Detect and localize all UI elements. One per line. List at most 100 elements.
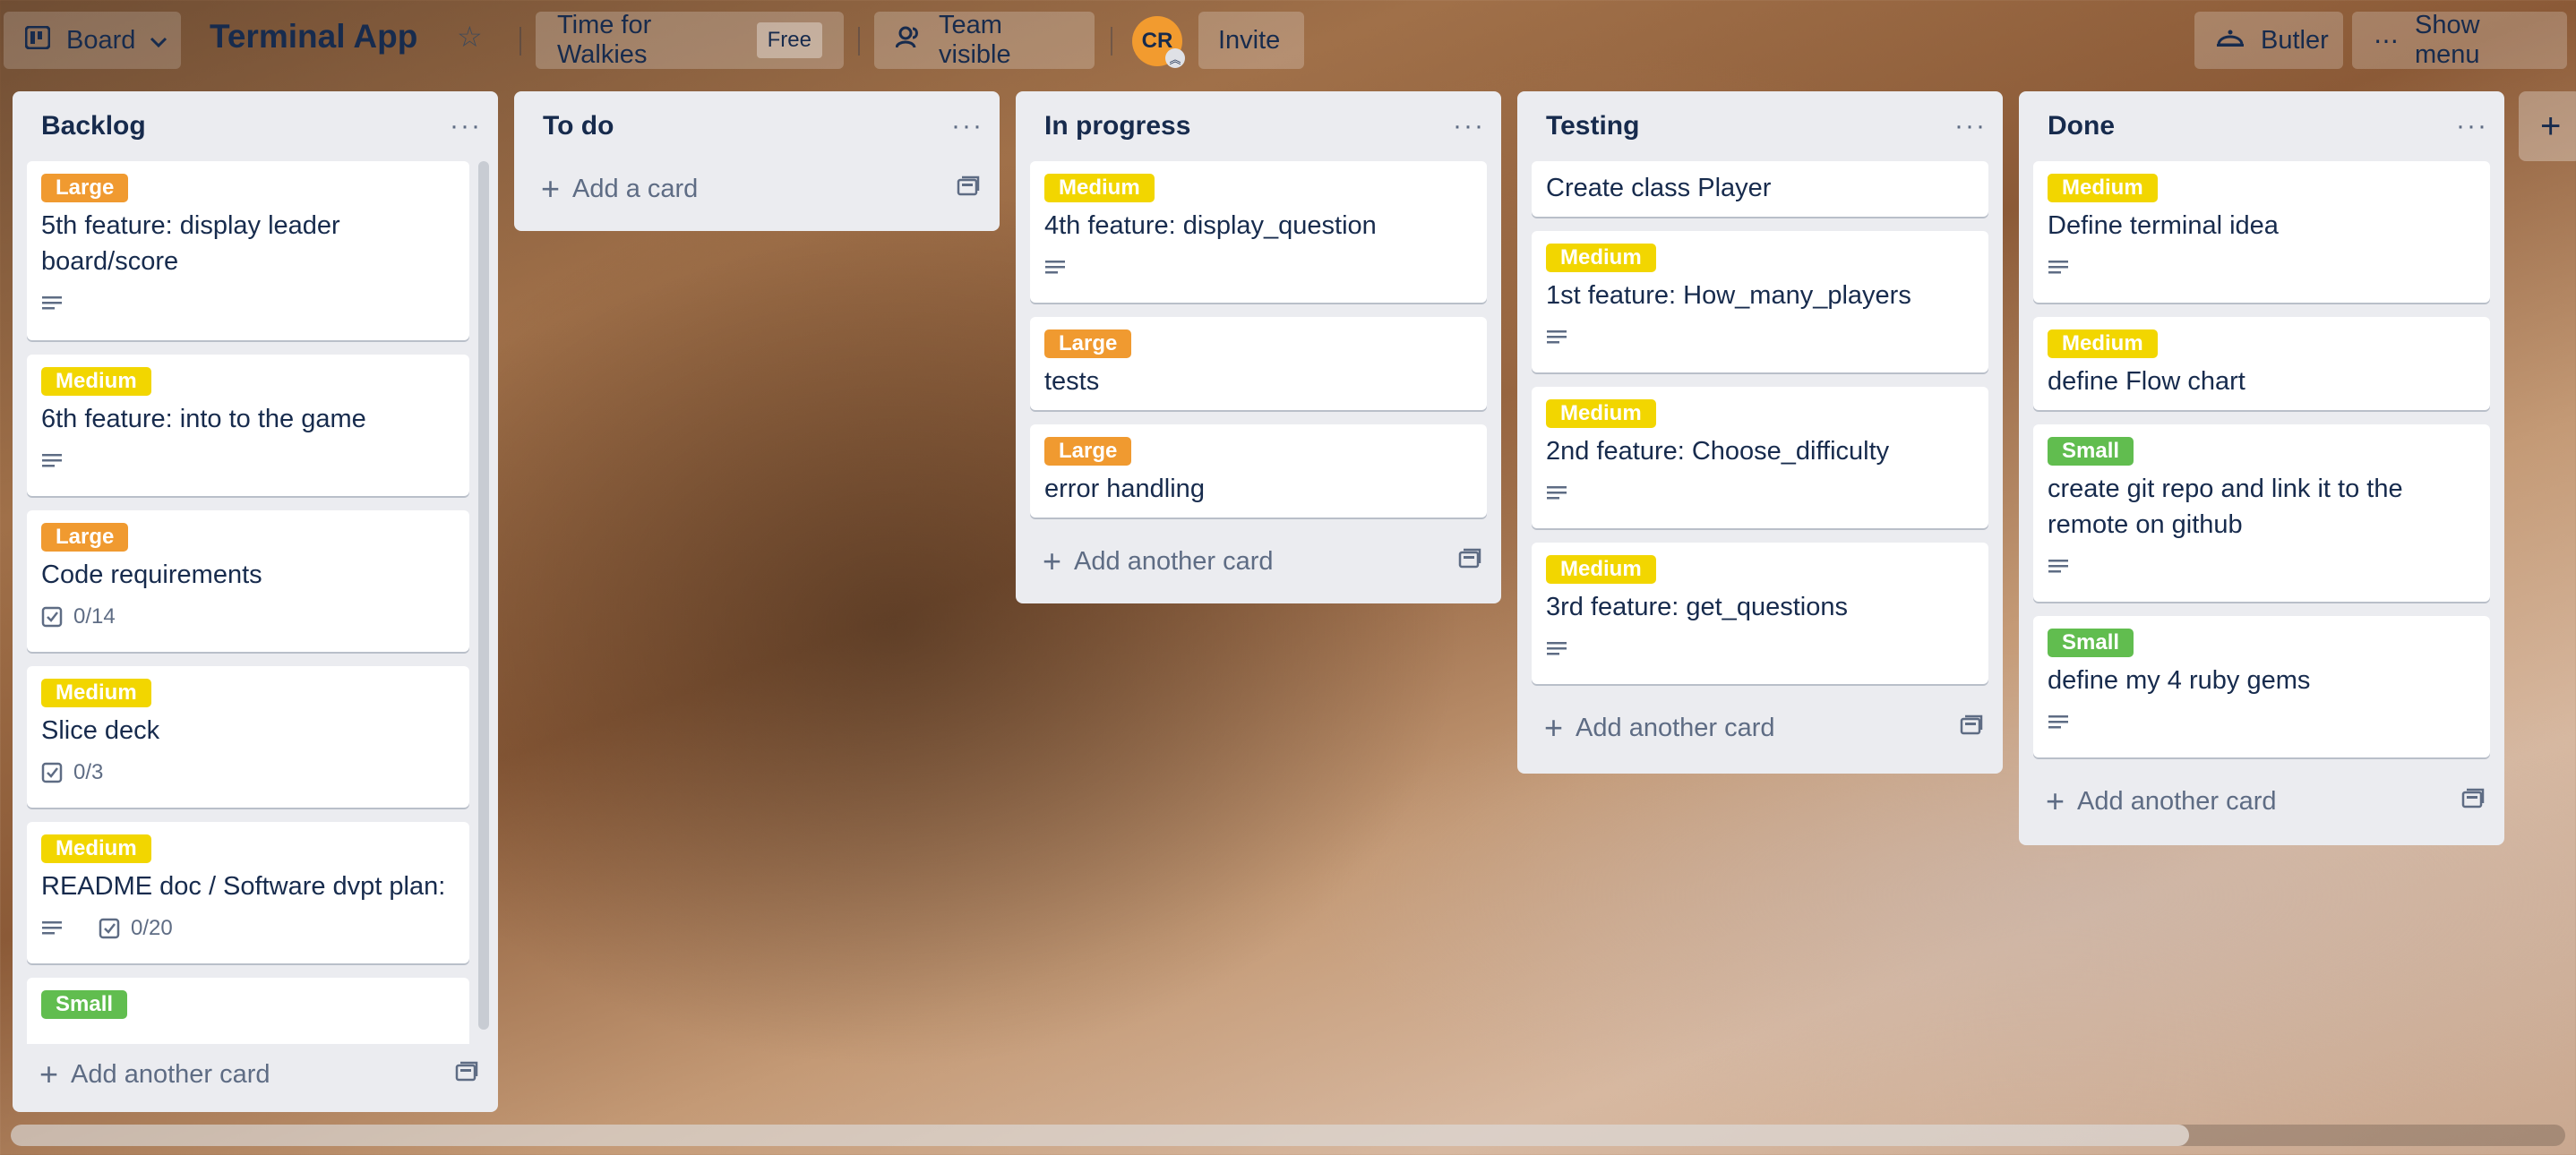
- list-menu-icon[interactable]: ···: [450, 111, 482, 141]
- checklist-badge: 0/14: [41, 604, 116, 629]
- show-menu-button[interactable]: ⋯ Show menu: [2352, 11, 2567, 69]
- list-menu-icon[interactable]: ···: [1453, 111, 1485, 141]
- board-icon: [24, 25, 51, 56]
- card-template-icon[interactable]: [455, 1060, 478, 1090]
- board-header: Board Terminal App ☆ Time for Walkies Fr…: [0, 0, 2576, 82]
- butler-button[interactable]: Butler: [2194, 12, 2343, 69]
- star-icon[interactable]: ☆: [457, 20, 483, 54]
- card[interactable]: Large 5th feature: display leader board/…: [27, 161, 469, 340]
- card[interactable]: Medium 4th feature: display_question: [1030, 161, 1487, 303]
- list-title[interactable]: To do: [543, 111, 614, 141]
- list-header: In progress ···: [1016, 91, 1501, 161]
- add-card-label: Add another card: [71, 1059, 270, 1089]
- divider: [519, 27, 521, 56]
- card[interactable]: Large Code requirements 0/14: [27, 510, 469, 652]
- divider: [1111, 27, 1112, 56]
- list-menu-icon[interactable]: ···: [1954, 111, 1987, 141]
- card-title: define my 4 ruby gems: [2048, 666, 2311, 695]
- add-card-button[interactable]: + Add another card: [1544, 709, 1775, 747]
- card-title: Code requirements: [41, 560, 262, 589]
- butler-label: Butler: [2261, 25, 2329, 55]
- card-list: Medium 4th feature: display_question Lar…: [1016, 161, 1501, 518]
- list-title[interactable]: In progress: [1044, 111, 1190, 141]
- description-icon: [1546, 640, 1578, 658]
- list-title[interactable]: Testing: [1546, 111, 1639, 141]
- description-icon: [2048, 558, 2080, 576]
- checklist-count: 0/20: [131, 916, 173, 940]
- card-label: Large: [41, 174, 129, 202]
- description-icon: [1546, 329, 1578, 346]
- checklist-icon: [41, 762, 63, 783]
- card[interactable]: Medium Define terminal idea: [2033, 161, 2490, 303]
- plus-icon: +: [1043, 543, 1062, 579]
- card[interactable]: Medium 2nd feature: Choose_difficulty: [1532, 387, 1988, 528]
- card-title: 4th feature: display_question: [1044, 211, 1377, 240]
- list-header: Testing ···: [1517, 91, 2003, 161]
- card-title: Create class Player: [1546, 174, 1772, 202]
- card[interactable]: Medium Slice deck 0/3: [27, 666, 469, 808]
- card-template-icon[interactable]: [957, 175, 980, 204]
- card-list: Medium Define terminal idea Medium defin…: [2019, 161, 2504, 757]
- checklist-badge: 0/3: [41, 760, 103, 785]
- card[interactable]: Small create git repo and link it to the…: [2033, 424, 2490, 602]
- admin-chevron-icon: ︽: [1165, 48, 1185, 68]
- card-label: Large: [41, 523, 129, 552]
- plus-icon: +: [2046, 783, 2065, 819]
- workspace-button[interactable]: Time for Walkies Free: [536, 11, 844, 69]
- add-card-label: Add another card: [2077, 786, 2277, 816]
- description-icon: [41, 295, 73, 312]
- card[interactable]: Large tests: [1030, 317, 1487, 410]
- card-label: Large: [1044, 437, 1132, 466]
- card[interactable]: Large error handling: [1030, 424, 1487, 518]
- board-scrollbar-thumb[interactable]: [11, 1125, 2189, 1146]
- list-title[interactable]: Done: [2048, 111, 2115, 141]
- card-title: 2nd feature: Choose_difficulty: [1546, 437, 1890, 466]
- card[interactable]: Small define my 4 ruby gems: [2033, 616, 2490, 757]
- card-title: define Flow chart: [2048, 367, 2245, 396]
- visibility-button[interactable]: Team visible: [874, 11, 1095, 69]
- add-card-button[interactable]: + Add another card: [1043, 543, 1274, 580]
- add-card-label: Add a card: [572, 174, 699, 203]
- add-card-button[interactable]: + Add another card: [39, 1056, 270, 1093]
- card-label: Medium: [1044, 174, 1155, 202]
- card-label: Medium: [1546, 399, 1656, 428]
- board-title[interactable]: Terminal App: [210, 18, 417, 56]
- card[interactable]: Medium 3rd feature: get_questions: [1532, 543, 1988, 684]
- card[interactable]: Small: [27, 978, 469, 1044]
- card-label: Small: [2048, 437, 2134, 466]
- card-template-icon[interactable]: [1960, 714, 1983, 743]
- card[interactable]: Medium 6th feature: into to the game: [27, 355, 469, 496]
- checklist-count: 0/14: [73, 604, 116, 629]
- invite-button[interactable]: Invite: [1198, 12, 1304, 69]
- workspace-name: Time for Walkies: [557, 11, 652, 69]
- card-title: create git repo and link it to the remot…: [2048, 475, 2403, 539]
- description-icon: [41, 452, 73, 470]
- add-card-label: Add another card: [1074, 546, 1274, 576]
- add-card-button[interactable]: + Add a card: [541, 170, 698, 208]
- card-label: Medium: [41, 834, 151, 863]
- card-label: Medium: [2048, 174, 2158, 202]
- list-done: Done ··· Medium Define terminal idea Med…: [2019, 91, 2504, 845]
- board-switcher-button[interactable]: Board: [4, 12, 181, 69]
- card-label: Medium: [41, 679, 151, 707]
- card[interactable]: Medium 1st feature: How_many_players: [1532, 231, 1988, 372]
- list-to-do: To do ··· + Add a card: [514, 91, 1000, 231]
- add-list-button[interactable]: +: [2519, 91, 2576, 161]
- list-title[interactable]: Backlog: [41, 111, 146, 141]
- add-card-label: Add another card: [1576, 713, 1775, 742]
- card-template-icon[interactable]: [2461, 787, 2485, 817]
- plus-icon: +: [2540, 106, 2562, 146]
- list-menu-icon[interactable]: ···: [2456, 111, 2488, 141]
- add-card-button[interactable]: + Add another card: [2046, 783, 2277, 820]
- card-template-icon[interactable]: [1458, 547, 1481, 577]
- card[interactable]: Medium README doc / Software dvpt plan: …: [27, 822, 469, 963]
- card[interactable]: Medium define Flow chart: [2033, 317, 2490, 410]
- description-icon: [2048, 259, 2080, 277]
- card-label: Small: [2048, 629, 2134, 657]
- list-scrollbar[interactable]: [478, 161, 489, 1030]
- card[interactable]: Create class Player: [1532, 161, 1988, 217]
- card-title: README doc / Software dvpt plan:: [41, 872, 446, 901]
- list-menu-icon[interactable]: ···: [951, 111, 983, 141]
- card-label: Medium: [1546, 555, 1656, 584]
- checklist-icon: [41, 606, 63, 628]
